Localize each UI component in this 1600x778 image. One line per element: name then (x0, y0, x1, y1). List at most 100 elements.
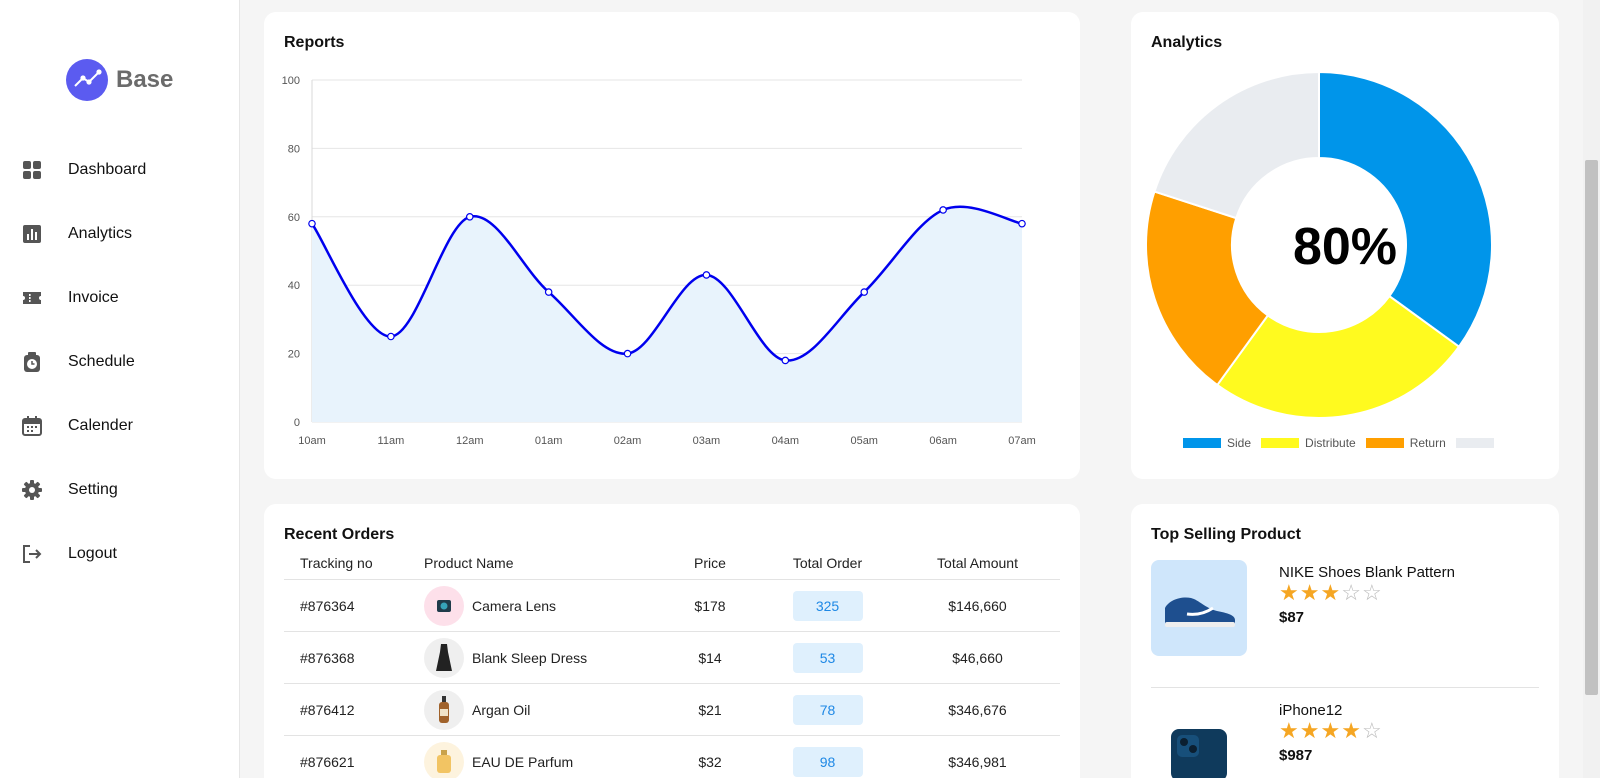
legend-swatch (1183, 438, 1221, 448)
sidebar-item-label: Invoice (68, 289, 119, 306)
phone-thumbnail (1151, 698, 1247, 778)
tracking-no: #876368 (300, 649, 355, 666)
scrollbar-thumb[interactable] (1585, 160, 1598, 695)
x-tick-label: 12am (456, 435, 484, 447)
star-filled-icon: ★ (1341, 718, 1362, 743)
divider (1151, 687, 1539, 688)
legend-swatch (1365, 438, 1404, 448)
total-order-badge: 325 (792, 590, 863, 621)
header-total-order: Total Order (792, 554, 863, 571)
orders-table: Tracking no Product Name Price Total Ord… (284, 546, 1060, 778)
total-amount: $346,676 (948, 701, 1007, 718)
dress-thumbnail (424, 637, 464, 678)
sidebar: Base Dashboard Analytics Invoice Schedul… (0, 0, 240, 778)
x-tick-label: 02am (614, 435, 642, 447)
header-price: Price (694, 554, 726, 571)
page-scrollbar[interactable] (1583, 0, 1600, 778)
table-row[interactable]: #876621 EAU DE Parfum $32 98 $346,981 (284, 736, 1060, 778)
legend-swatch (1261, 438, 1300, 448)
sidebar-item-label: Setting (68, 481, 118, 498)
sidebar-item-label: Dashboard (68, 161, 147, 178)
data-point[interactable] (387, 332, 395, 341)
legend-item[interactable]: Return (1365, 436, 1446, 450)
sidebar-item-dashboard[interactable]: Dashboard (0, 138, 240, 202)
price: $178 (694, 597, 726, 614)
price: $14 (698, 649, 722, 666)
donut-legend: Side Distribute Return (1183, 436, 1510, 450)
star-filled-icon: ★ (1299, 718, 1321, 743)
legend-item[interactable] (1455, 438, 1500, 448)
product-name: EAU DE Parfum (472, 753, 574, 770)
x-tick-label: 11am (378, 435, 405, 447)
data-point[interactable] (623, 349, 632, 358)
star-filled-icon: ★ (1320, 718, 1342, 743)
product-name: Blank Sleep Dress (472, 649, 588, 666)
sidebar-item-label: Schedule (68, 353, 135, 370)
product-name: Camera Lens (472, 597, 557, 614)
sidebar-item-logout[interactable]: Logout (0, 522, 240, 586)
x-tick-label: 01am (535, 435, 563, 447)
analytics-icon (22, 224, 42, 244)
sidebar-item-invoice[interactable]: Invoice (0, 266, 240, 330)
x-tick-label: 03am (693, 435, 721, 447)
legend-item[interactable]: Side (1183, 436, 1251, 450)
logout-icon (22, 544, 42, 564)
sidebar-item-calender[interactable]: Calender (0, 394, 240, 458)
star-filled-icon: ★ (1320, 580, 1342, 605)
legend-swatch (1455, 438, 1494, 448)
analytics-card: Analytics 80% Side Distribute Return (1131, 12, 1559, 479)
data-point[interactable] (939, 206, 947, 214)
header-tracking: Tracking no (300, 554, 373, 571)
shoe-thumbnail (1151, 560, 1247, 656)
data-point[interactable] (702, 271, 711, 279)
sidebar-item-setting[interactable]: Setting (0, 458, 240, 522)
data-point[interactable] (1018, 219, 1026, 228)
camera-lens-thumbnail (424, 585, 464, 626)
sidebar-item-schedule[interactable]: Schedule (0, 330, 240, 394)
x-tick-label: 07am (1008, 435, 1036, 447)
donut-slice-side[interactable] (1318, 70, 1493, 349)
star-filled-icon: ★ (1299, 580, 1321, 605)
table-row[interactable]: #876412 Argan Oil $21 78 $346,676 (284, 684, 1060, 736)
gear-icon (22, 480, 42, 500)
top-selling-card: Top Selling Product NIKE Shoes Blank Pat… (1131, 504, 1559, 778)
y-tick-label: 0 (294, 417, 300, 429)
product-name: iPhone12 (1279, 702, 1343, 719)
total-order-badge: 78 (792, 694, 863, 725)
donut-center-value: 80% (1292, 218, 1398, 276)
data-point[interactable] (544, 288, 553, 296)
data-point[interactable] (465, 213, 474, 221)
data-point[interactable] (781, 356, 790, 365)
table-row[interactable]: #876368 Blank Sleep Dress $14 53 $46,660 (284, 632, 1060, 684)
perfume-thumbnail (424, 741, 464, 778)
y-tick-label: 100 (282, 75, 300, 87)
sidebar-item-analytics[interactable]: Analytics (0, 202, 240, 266)
x-tick-label: 05am (850, 435, 878, 447)
total-order-badge: 53 (792, 642, 863, 673)
product-price: $87 (1279, 609, 1305, 626)
legend-item[interactable]: Distribute (1261, 436, 1356, 450)
star-empty-icon: ☆ (1341, 580, 1362, 605)
legend-label: Side (1227, 436, 1252, 450)
data-point[interactable] (860, 288, 869, 296)
star-empty-icon: ☆ (1361, 580, 1383, 605)
donut-slice-other[interactable] (1153, 70, 1320, 220)
product-name: NIKE Shoes Blank Pattern (1279, 564, 1455, 581)
total-amount: $46,660 (952, 649, 1003, 666)
rating-stars: ★★★☆☆ (1279, 582, 1383, 604)
tracking-no: #876364 (300, 597, 355, 614)
y-tick-label: 20 (288, 349, 300, 361)
table-row[interactable]: #876364 Camera Lens $178 325 $146,660 (284, 580, 1060, 632)
total-order-badge: 98 (792, 746, 863, 777)
total-amount: $146,660 (948, 597, 1007, 614)
legend-label: Return (1409, 436, 1446, 450)
brand[interactable]: Base (66, 59, 173, 101)
x-tick-label: 04am (772, 435, 800, 447)
invoice-icon (22, 288, 42, 308)
top-selling-title: Top Selling Product (1151, 526, 1301, 543)
tracking-no: #876621 (300, 753, 355, 770)
header-total-amount: Total Amount (937, 554, 1018, 571)
calendar-icon (22, 416, 42, 436)
sidebar-item-label: Analytics (68, 225, 133, 242)
data-point[interactable] (308, 219, 316, 228)
